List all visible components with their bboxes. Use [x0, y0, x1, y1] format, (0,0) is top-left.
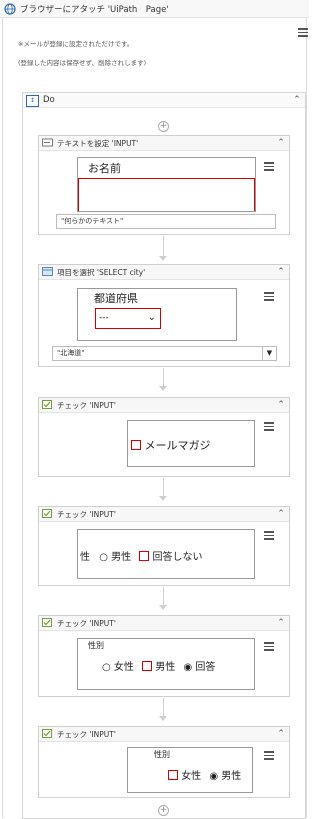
checkbox-icon — [131, 440, 141, 450]
attach-browser-header[interactable]: ブラウザーにアタッチ 'UiPath Page' — [0, 0, 309, 18]
checkbox-icon — [142, 661, 153, 671]
screenshot-radio-row: 性 ○ 男性 回答しない — [80, 548, 202, 563]
target-highlight: --- ⌄ — [95, 308, 161, 329]
flow-connector — [163, 587, 164, 607]
note-line-2: (登録した内容は保存せず、削除されします) — [18, 59, 147, 67]
radio-selected-icon: ◉ — [183, 662, 193, 673]
activity-menu-icon[interactable] — [264, 531, 274, 540]
target-highlight — [78, 178, 255, 211]
activity-title: チェック 'INPUT' — [57, 619, 116, 628]
radio-empty-icon: ○ — [99, 552, 108, 563]
collapse-icon[interactable]: ⌃ — [276, 400, 286, 410]
check-icon — [42, 618, 52, 627]
activity-card-set-text[interactable]: テキストを設定 'INPUT' ⌃ お名前 "何らかのテキスト" — [38, 135, 290, 235]
radio-empty-icon: ○ — [102, 662, 111, 673]
screenshot-heading: 性別 — [88, 641, 104, 650]
activity-menu-icon[interactable] — [264, 751, 274, 760]
check-icon — [42, 729, 52, 738]
screenshot-text: メールマガジ — [144, 439, 211, 452]
element-screenshot: お名前 — [77, 157, 256, 212]
activity-menu-icon[interactable] — [264, 292, 274, 301]
select-list-icon — [42, 267, 53, 276]
activity-menu-icon[interactable] — [264, 422, 274, 431]
screenshot-checkbox-row: メールマガジ — [131, 437, 211, 453]
element-screenshot: 性別 ○ 女性 男性 ◉ 回答 — [77, 638, 255, 690]
activity-title: チェック 'INPUT' — [57, 401, 116, 410]
flow-arrow — [159, 716, 167, 721]
collapse-icon[interactable]: ⌃ — [292, 95, 302, 105]
attach-browser-title: ブラウザーにアタッチ 'UiPath Page' — [20, 5, 169, 15]
do-header[interactable]: ↕ Do ⌃ — [23, 93, 305, 108]
activity-title: 項目を選択 'SELECT city' — [57, 268, 146, 277]
flow-connector — [163, 698, 164, 718]
activity-header[interactable]: チェック 'INPUT' ⌃ — [39, 398, 289, 413]
activity-card-check-female[interactable]: チェック 'INPUT' ⌃ 性別 女性 ◉ 男性 — [38, 726, 290, 798]
flow-connector — [163, 368, 164, 388]
flow-arrow — [159, 496, 167, 501]
activity-title: チェック 'INPUT' — [57, 510, 116, 519]
item-value-field[interactable]: "北海道" — [52, 346, 263, 361]
select-current-value: --- — [99, 313, 109, 323]
activity-header[interactable]: 項目を選択 'SELECT city' ⌃ — [39, 265, 289, 280]
do-label: Do — [43, 95, 55, 105]
flow-connector — [163, 478, 164, 498]
activity-title: チェック 'INPUT' — [57, 730, 116, 739]
item-dropdown-button[interactable]: ▼ — [262, 346, 277, 361]
screenshot-label-name: お名前 — [88, 162, 121, 175]
activity-header[interactable]: チェック 'INPUT' ⌃ — [39, 507, 289, 522]
flow-arrow — [159, 256, 167, 261]
screenshot-checkbox-label: 回答しない — [152, 552, 203, 563]
note-line-1: ※メールが登録に設定されただけです。 — [18, 40, 134, 48]
activity-title: テキストを設定 'INPUT' — [57, 139, 139, 148]
text-input-icon — [42, 138, 53, 147]
element-screenshot: 都道府県 --- ⌄ — [77, 288, 237, 341]
screenshot-radio-label: 男性 — [111, 552, 132, 563]
activity-card-check-no-answer[interactable]: チェック 'INPUT' ⌃ 性 ○ 男性 回答しない — [38, 506, 290, 586]
element-screenshot: 性 ○ 男性 回答しない — [77, 529, 255, 579]
sequence-icon: ↕ — [26, 95, 39, 107]
activity-header[interactable]: チェック 'INPUT' ⌃ — [39, 727, 289, 742]
screenshot-radio-row: 女性 ◉ 男性 — [168, 767, 241, 782]
activity-card-select-item[interactable]: 項目を選択 'SELECT city' ⌃ 都道府県 --- ⌄ "北海道" ▼ — [38, 264, 290, 367]
collapse-icon[interactable]: ⌃ — [276, 729, 286, 739]
check-icon — [42, 509, 52, 518]
checkbox-icon — [139, 551, 150, 561]
screenshot-text: 性 — [80, 552, 90, 563]
radio-selected-icon: ◉ — [209, 771, 219, 782]
activity-menu-icon[interactable] — [264, 162, 274, 171]
activity-menu-icon[interactable] — [264, 642, 274, 651]
chevron-down-icon: ⌄ — [147, 312, 156, 323]
screenshot-radio-label: 男性 — [221, 771, 242, 782]
activity-card-check-newsletter[interactable]: チェック 'INPUT' ⌃ メールマガジ — [38, 397, 290, 477]
screenshot-checkbox-label: 女性 — [181, 771, 202, 782]
element-screenshot: メールマガジ — [127, 420, 255, 467]
activity-header[interactable]: テキストを設定 'INPUT' ⌃ — [39, 136, 289, 151]
activity-card-check-male[interactable]: チェック 'INPUT' ⌃ 性別 ○ 女性 男性 ◉ 回答 — [38, 615, 290, 697]
text-value-field[interactable]: "何らかのテキスト" — [56, 214, 276, 229]
check-icon — [42, 400, 52, 409]
collapse-icon[interactable]: ⌃ — [276, 267, 286, 277]
screenshot-radio-label: 女性 — [113, 662, 134, 673]
flow-arrow — [159, 605, 167, 610]
flow-connector — [163, 236, 164, 258]
screenshot-radio-label: 回答 — [195, 662, 216, 673]
add-activity-button[interactable]: + — [158, 121, 169, 132]
add-activity-button[interactable]: + — [158, 805, 169, 816]
globe-icon — [4, 3, 16, 15]
screenshot-heading: 性別 — [154, 750, 170, 759]
screenshot-label-prefecture: 都道府県 — [94, 292, 138, 305]
collapse-icon[interactable]: ⌃ — [276, 509, 286, 519]
activity-header[interactable]: チェック 'INPUT' ⌃ — [39, 616, 289, 631]
screenshot-radio-row: ○ 女性 男性 ◉ 回答 — [102, 658, 215, 673]
screenshot-checkbox-label: 男性 — [155, 662, 176, 673]
collapse-icon[interactable]: ⌃ — [276, 138, 286, 148]
element-screenshot: 性別 女性 ◉ 男性 — [127, 747, 253, 793]
flow-arrow — [159, 386, 167, 391]
collapse-icon[interactable]: ⌃ — [276, 618, 286, 628]
outer-menu-icon[interactable] — [298, 28, 308, 37]
checkbox-icon — [168, 770, 178, 780]
